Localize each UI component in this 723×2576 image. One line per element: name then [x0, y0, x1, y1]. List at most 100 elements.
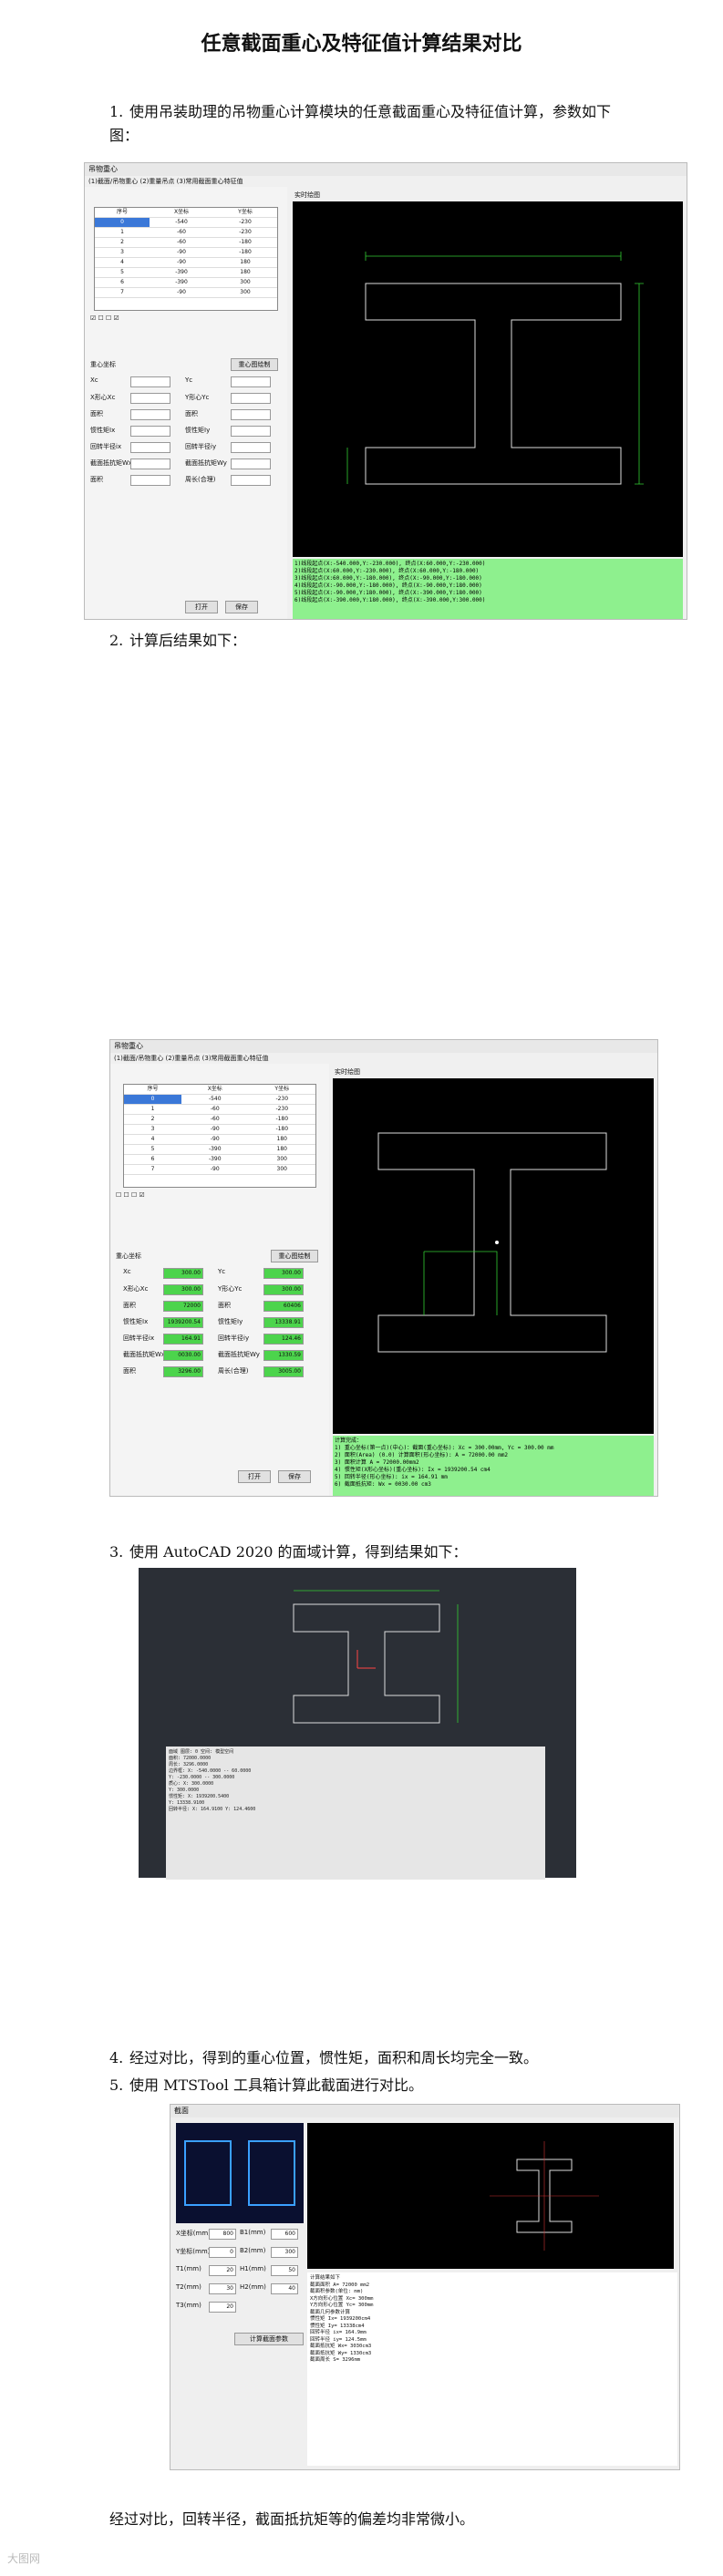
param-value-field[interactable]: 300.00 — [163, 1284, 203, 1295]
mts-field-input[interactable]: 300 — [271, 2247, 298, 2258]
table-row[interactable]: 1 -60 -230 — [124, 1105, 315, 1115]
param-value-field[interactable]: 60406 — [263, 1301, 304, 1312]
mts-canvas[interactable] — [307, 2123, 674, 2269]
output-line: 计算完成： — [335, 1437, 363, 1444]
save-button[interactable]: 保存 — [225, 601, 258, 613]
step-number: 1. — [109, 103, 124, 120]
param-value-field[interactable]: 124.46 — [263, 1334, 304, 1345]
output-line: 2) 面积(Area) (0.0) 计算面积(形心坐标): A = 72000.… — [335, 1452, 509, 1458]
param-value-field[interactable] — [231, 442, 271, 453]
tab-strip[interactable]: (1)截面/吊物重心 (2)重量吊点 (3)常用截面重心特征值 — [85, 176, 687, 187]
table-cell: -90 — [177, 289, 186, 295]
param-value-field[interactable]: 1330.59 — [263, 1350, 304, 1361]
table-row[interactable]: 3 -90 -180 — [95, 248, 277, 258]
table-cell: 300 — [240, 279, 251, 285]
param-value-field[interactable]: 3005.00 — [263, 1366, 304, 1377]
param-value-field[interactable]: 300.00 — [263, 1284, 304, 1295]
table-row[interactable]: 0 -540 -230 — [124, 1095, 315, 1105]
output-line: 质心: X: 300.0000 — [169, 1781, 214, 1787]
param-value-field[interactable]: 13338.91 — [263, 1317, 304, 1328]
save-button[interactable]: 保存 — [278, 1470, 311, 1483]
output-line: 3)线段起点(X:60.000,Y:-180.000), 终点(X:-90.00… — [294, 575, 482, 582]
table-cell: 0 — [95, 218, 150, 227]
calc-button[interactable]: 重心图绘制 — [271, 1250, 318, 1262]
param-value-field[interactable]: 0030.00 — [163, 1350, 203, 1361]
param-value-field[interactable]: 164.91 — [163, 1334, 203, 1345]
param-value-field[interactable] — [231, 376, 271, 387]
open-button[interactable]: 打开 — [185, 601, 218, 613]
param-value-field[interactable]: 300.00 — [163, 1268, 203, 1279]
table-cell: 180 — [276, 1136, 287, 1142]
step-text: 计算后结果如下： — [129, 632, 247, 649]
table-cell: 6 — [150, 1156, 155, 1162]
param-value-field[interactable]: 72000 — [163, 1301, 203, 1312]
table-row[interactable]: 6 -390 300 — [95, 278, 277, 288]
param-value-field[interactable] — [130, 475, 170, 486]
coordinate-table[interactable]: 序号 X坐标 Y坐标 0 -540 -230 1 -60 -230 2 -60 -180 3 -90 -18… — [94, 207, 278, 311]
table-row[interactable]: 4 -90 180 — [124, 1135, 315, 1145]
table-row[interactable]: 7 -90 300 — [124, 1165, 315, 1175]
mts-field-input[interactable]: 0 — [209, 2247, 236, 2258]
output-line: 2)线段起点(X:60.000,Y:-230.000), 终点(X:60.000… — [294, 568, 480, 574]
coordinate-table[interactable]: 序号 X坐标 Y坐标 0 -540 -230 1 -60 -230 2 -60 -180 3 -90 -18… — [123, 1084, 316, 1188]
table-row[interactable]: 5 -390 180 — [124, 1145, 315, 1155]
param-value-field[interactable] — [130, 459, 170, 469]
screenshot-app-result: 吊物重心 (1)截面/吊物重心 (2)重量吊点 (3)常用截面重心特征值 序号 X… — [109, 1039, 658, 1497]
param-value-field[interactable] — [130, 393, 170, 404]
table-row[interactable]: 0 -540 -230 — [95, 218, 277, 228]
table-row[interactable]: 7 -90 300 — [95, 288, 277, 298]
table-cell: -230 — [275, 1096, 289, 1102]
param-value-field[interactable]: 3296.00 — [163, 1366, 203, 1377]
mts-field-input[interactable]: 40 — [271, 2283, 298, 2294]
param-value-field[interactable] — [231, 393, 271, 404]
table-cell: 3 — [150, 1126, 155, 1132]
mts-field-input[interactable]: 600 — [271, 2229, 298, 2240]
calc-section-button[interactable]: 计算截面参数 — [234, 2333, 304, 2345]
param-value-field[interactable] — [130, 376, 170, 387]
table-row[interactable]: 5 -390 180 — [95, 268, 277, 278]
mts-field-input[interactable]: 20 — [209, 2265, 236, 2276]
param-label: 回转半径iy — [218, 1334, 250, 1342]
column-header: Y坐标 — [238, 209, 253, 215]
step-number: 2. — [109, 632, 124, 649]
param-label: Y形心Yc — [218, 1285, 243, 1293]
table-row[interactable]: 2 -60 -180 — [95, 238, 277, 248]
param-value-field[interactable] — [130, 426, 170, 437]
options-label: ☐ ☐ ☐ ☑ — [116, 1191, 145, 1199]
param-value-field[interactable] — [130, 409, 170, 420]
param-value-field[interactable] — [231, 426, 271, 437]
i-beam-drawing — [377, 1132, 607, 1353]
param-label: 截面抵抗矩Wx — [123, 1351, 166, 1358]
table-cell: -390 — [175, 269, 188, 275]
step-text: 使用吊装助理的吊物重心计算模块的任意截面重心及特征值计算，参数如下图： — [109, 103, 612, 144]
table-row[interactable]: 3 -90 -180 — [124, 1125, 315, 1135]
param-label: 周长(合理) — [218, 1367, 249, 1375]
param-value-field[interactable]: 1939200.54 — [163, 1317, 203, 1328]
table-cell: 1 — [150, 1106, 155, 1112]
param-value-field[interactable] — [231, 409, 271, 420]
open-button[interactable]: 打开 — [238, 1470, 271, 1483]
table-row[interactable]: 4 -90 180 — [95, 258, 277, 268]
mts-field-input[interactable]: 800 — [209, 2229, 236, 2240]
table-row[interactable]: 2 -60 -180 — [124, 1115, 315, 1125]
tab-strip[interactable]: (1)截面/吊物重心 (2)重量吊点 (3)常用截面重心特征值 — [110, 1053, 657, 1064]
param-value-field[interactable]: 300.00 — [263, 1268, 304, 1279]
screenshot-autocad: 面域 图层: 0 空间: 模型空间 面积: 72000.0000 周长: 3296.… — [139, 1568, 576, 1880]
table-cell: 300 — [276, 1156, 287, 1162]
mts-field-input[interactable]: 30 — [209, 2283, 236, 2294]
mts-field-input[interactable]: 50 — [271, 2265, 298, 2276]
cad-canvas[interactable] — [293, 201, 683, 557]
calc-button[interactable]: 重心图绘制 — [231, 358, 278, 371]
cad-canvas[interactable] — [333, 1078, 654, 1434]
table-header: 序号 X坐标 Y坐标 — [124, 1085, 315, 1095]
table-cell: 2 — [120, 239, 124, 245]
param-value-field[interactable] — [130, 442, 170, 453]
table-row[interactable]: 6 -390 300 — [124, 1155, 315, 1165]
table-row[interactable]: 1 -60 -230 — [95, 228, 277, 238]
mts-field-input[interactable]: 20 — [209, 2302, 236, 2313]
autocad-canvas[interactable] — [139, 1568, 576, 1750]
param-value-field[interactable] — [231, 475, 271, 486]
param-label: 面积 — [123, 1367, 136, 1375]
column-header: 序号 — [147, 1086, 159, 1092]
param-value-field[interactable] — [231, 459, 271, 469]
